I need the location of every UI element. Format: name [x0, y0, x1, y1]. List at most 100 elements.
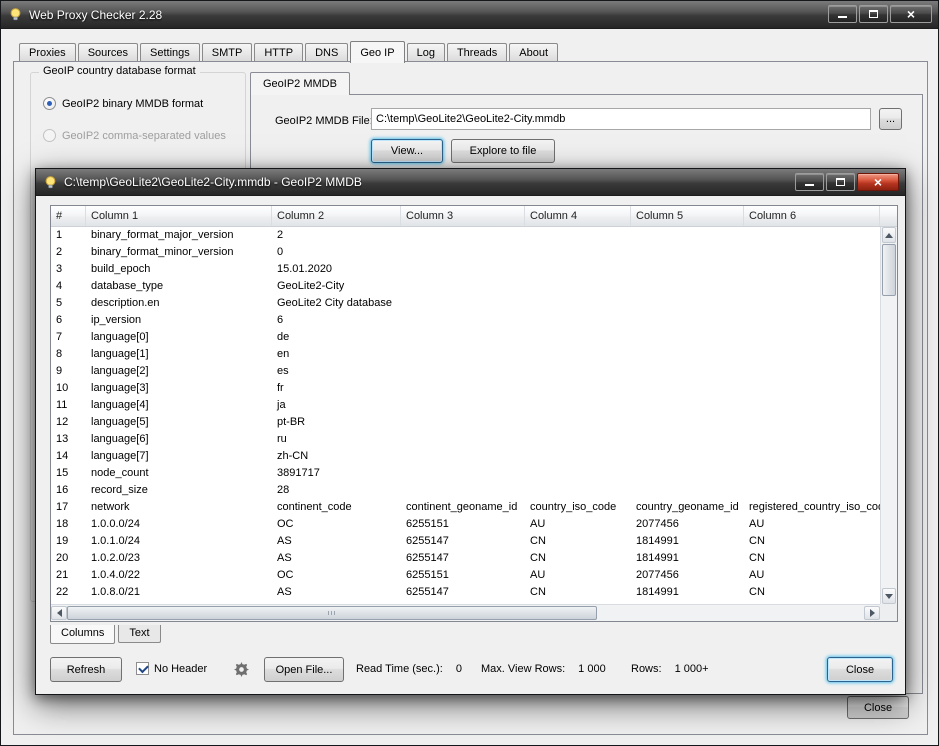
grid-cell — [631, 295, 744, 312]
grid-cell — [401, 363, 525, 380]
grid-column-header[interactable]: Column 2 — [272, 206, 401, 226]
grid-row[interactable]: 17 network continent_code continent_geoname… — [51, 499, 880, 516]
close-button[interactable]: × — [890, 5, 932, 23]
grid-cell — [631, 448, 744, 465]
arrow-up-icon — [885, 232, 893, 238]
radio-csv-format[interactable]: GeoIP2 comma-separated values — [43, 129, 226, 142]
tab-log[interactable]: Log — [406, 43, 445, 62]
view-button[interactable]: View... — [371, 139, 443, 163]
vertical-scrollbar[interactable] — [880, 227, 897, 604]
tab-columns[interactable]: Columns — [50, 625, 116, 644]
dialog-close-button[interactable]: × — [857, 173, 899, 191]
tab-settings[interactable]: Settings — [140, 43, 200, 62]
horizontal-scrollbar[interactable] — [51, 604, 880, 621]
horizontal-scroll-thumb[interactable] — [67, 606, 597, 620]
grid-cell: 20 — [56, 552, 69, 564]
radio-unselected-icon[interactable] — [43, 129, 56, 142]
grid-cell: 18 — [56, 518, 69, 530]
refresh-button[interactable]: Refresh — [50, 657, 122, 682]
grid-row[interactable]: 6 ip_version 6 — [51, 312, 880, 329]
grid-row[interactable]: 11 language[4] ja — [51, 397, 880, 414]
grid-cell — [631, 346, 744, 363]
radio-mmdb-format[interactable]: GeoIP2 binary MMDB format — [43, 97, 203, 110]
grid-cell — [525, 431, 631, 448]
grid-cell: 6 — [277, 314, 284, 326]
dialog-minimize-button[interactable] — [795, 173, 824, 191]
grid-cell: binary_format_major_version — [91, 229, 234, 241]
grid-cell: 1.0.8.0/21 — [91, 586, 140, 598]
tab-threads[interactable]: Threads — [446, 43, 508, 62]
grid-row[interactable]: 1 binary_format_major_version 2 — [51, 227, 880, 244]
dialog-maximize-button[interactable] — [826, 173, 855, 191]
grid-row[interactable]: 21 1.0.4.0/22 OC 6255151 AU 2077456 AU — [51, 567, 880, 584]
grid-cell: country_geoname_id — [636, 501, 739, 513]
open-file-button[interactable]: Open File... — [264, 657, 344, 682]
maximize-button[interactable] — [859, 5, 888, 23]
tab-http[interactable]: HTTP — [254, 43, 304, 62]
grid-column-header[interactable]: Column 6 — [744, 206, 880, 226]
settings-gear-button[interactable] — [232, 660, 250, 678]
grid-row[interactable]: 20 1.0.2.0/23 AS 6255147 CN 1814991 CN — [51, 550, 880, 567]
grid-cell: language[6] — [91, 433, 149, 445]
grid-cell — [744, 227, 880, 244]
dialog-close-footer-button[interactable]: Close — [827, 657, 893, 682]
grid-cell — [401, 380, 525, 397]
grid-row[interactable]: 3 build_epoch 15.01.2020 — [51, 261, 880, 278]
main-titlebar[interactable]: Web Proxy Checker 2.28 × — [1, 1, 938, 29]
no-header-checkbox-row[interactable]: No Header — [136, 662, 207, 675]
grid-cell: language[2] — [91, 365, 149, 377]
grid-cell: 22 — [56, 586, 69, 598]
explore-to-file-button[interactable]: Explore to file — [451, 139, 555, 163]
grid-column-header[interactable]: Column 5 — [631, 206, 744, 226]
grid-cell: AU — [749, 518, 765, 530]
dialog-bulb-icon — [43, 175, 58, 190]
grid-row[interactable]: 8 language[1] en — [51, 346, 880, 363]
dialog-titlebar[interactable]: C:\temp\GeoLite2\GeoLite2-City.mmdb - Ge… — [36, 169, 905, 196]
grid-cell: OC — [277, 518, 294, 530]
grid-row[interactable]: 2 binary_format_minor_version 0 — [51, 244, 880, 261]
tab-dns[interactable]: DNS — [305, 43, 349, 62]
scroll-right-button[interactable] — [864, 606, 880, 620]
grid-row[interactable]: 18 1.0.0.0/24 OC 6255151 AU 2077456 AU — [51, 516, 880, 533]
vertical-scroll-thumb[interactable] — [882, 244, 896, 296]
grid-row[interactable]: 7 language[0] de — [51, 329, 880, 346]
grid-cell: 15 — [56, 467, 69, 479]
grid-row[interactable]: 4 database_type GeoLite2-City — [51, 278, 880, 295]
radio-selected-icon[interactable] — [43, 97, 56, 110]
grid-column-header[interactable]: Column 1 — [86, 206, 272, 226]
grid-cell: node_count — [91, 467, 149, 479]
grid-column-header[interactable]: Column 4 — [525, 206, 631, 226]
grid-cell — [525, 414, 631, 431]
tab-smtp[interactable]: SMTP — [201, 43, 253, 62]
tab-geoip[interactable]: Geo IP — [350, 41, 405, 63]
grid-cell: 6 — [56, 314, 63, 326]
grid-cell: language[0] — [91, 331, 149, 343]
grid-row[interactable]: 5 description.en GeoLite2 City database — [51, 295, 880, 312]
grid-row[interactable]: 19 1.0.1.0/24 AS 6255147 CN 1814991 CN — [51, 533, 880, 550]
grid-column-header[interactable]: Column 3 — [401, 206, 525, 226]
tab-text[interactable]: Text — [118, 625, 161, 643]
mmdb-file-input[interactable] — [371, 108, 871, 130]
scroll-down-button[interactable] — [882, 588, 896, 604]
grid-row[interactable]: 12 language[5] pt-BR — [51, 414, 880, 431]
grid-row[interactable]: 22 1.0.8.0/21 AS 6255147 CN 1814991 CN — [51, 584, 880, 601]
subtab-geoip2-mmdb[interactable]: GeoIP2 MMDB — [250, 72, 350, 95]
grid-row[interactable]: 10 language[3] fr — [51, 380, 880, 397]
tab-sources[interactable]: Sources — [77, 43, 139, 62]
grid-cell: 13 — [56, 433, 69, 445]
grid-row[interactable]: 15 node_count 3891717 — [51, 465, 880, 482]
browse-button[interactable]: ... — [879, 108, 902, 130]
main-page-close-button[interactable]: Close — [847, 696, 909, 719]
grid-row[interactable]: 14 language[7] zh-CN — [51, 448, 880, 465]
grid-column-header[interactable]: # — [51, 206, 86, 226]
tab-proxies[interactable]: Proxies — [19, 43, 76, 62]
scroll-left-button[interactable] — [51, 606, 67, 620]
grid-cell: 17 — [56, 501, 69, 513]
minimize-button[interactable] — [828, 5, 857, 23]
grid-row[interactable]: 9 language[2] es — [51, 363, 880, 380]
tab-about[interactable]: About — [509, 43, 559, 62]
no-header-checkbox[interactable] — [136, 662, 149, 675]
scroll-up-button[interactable] — [882, 227, 896, 243]
grid-row[interactable]: 16 record_size 28 — [51, 482, 880, 499]
grid-row[interactable]: 13 language[6] ru — [51, 431, 880, 448]
